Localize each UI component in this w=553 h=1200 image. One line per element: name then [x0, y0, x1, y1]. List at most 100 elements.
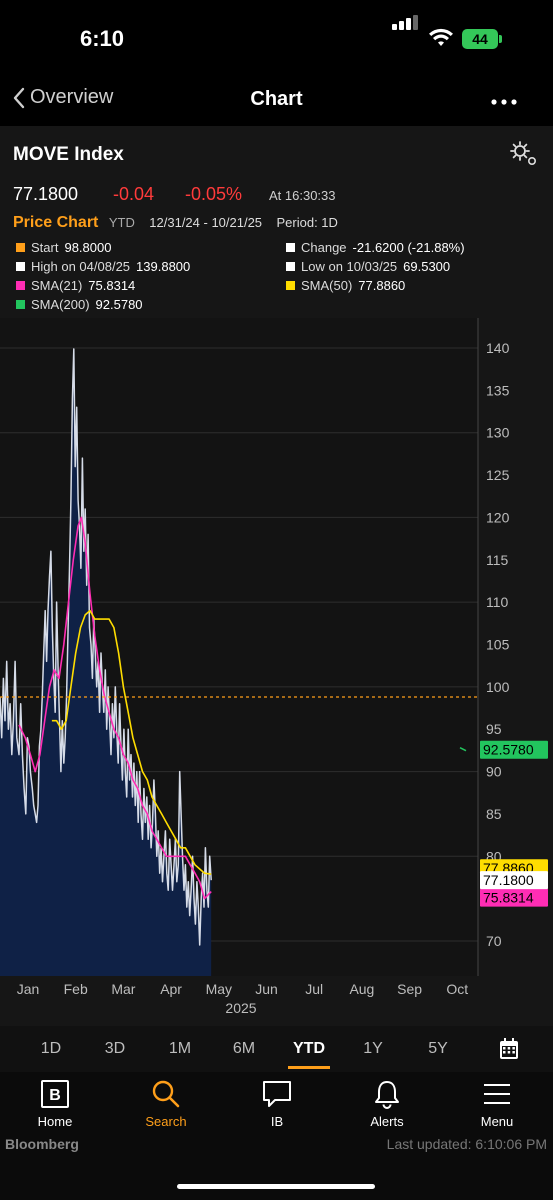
legend-swatch: [16, 300, 25, 309]
nav-home-label: Home: [37, 1114, 73, 1129]
legend-label: SMA(50): [301, 278, 353, 293]
range-type: YTD: [108, 215, 135, 230]
legend-label: SMA(21): [31, 278, 83, 293]
y-tick-label: 125: [486, 467, 510, 483]
period-1y[interactable]: 1Y: [348, 1040, 398, 1058]
y-tick-label: 140: [486, 340, 510, 356]
status-bar: 6:10 44: [0, 0, 553, 80]
battery-icon: 44: [462, 29, 498, 49]
period-1m[interactable]: 1M: [155, 1040, 205, 1058]
x-tick-label: Oct: [446, 981, 468, 997]
price-chart-title[interactable]: Price Chart: [13, 214, 98, 231]
legend-value: 139.8800: [136, 259, 191, 274]
search-icon: [152, 1080, 180, 1108]
axis-marker-label: 92.5780: [483, 742, 534, 758]
percent-change: -0.05%: [185, 184, 243, 204]
legend-value: 69.5300: [403, 259, 451, 274]
legend-label: Start: [31, 240, 59, 255]
status-time: 6:10: [80, 26, 125, 51]
net-change: -0.04: [113, 184, 155, 204]
legend-low: Low on 10/03/25 69.5300: [286, 259, 450, 274]
x-year-label: 2025: [225, 1000, 256, 1016]
nav-search[interactable]: Search: [126, 1078, 206, 1129]
nav-ib-label: IB: [270, 1114, 284, 1129]
y-tick-label: 85: [486, 806, 502, 822]
y-tick-label: 115: [486, 552, 509, 568]
legend-swatch: [16, 243, 25, 252]
x-tick-label: Mar: [111, 981, 135, 997]
legend-sma21: SMA(21) 75.8314: [16, 278, 135, 293]
y-tick-label: 105: [486, 637, 510, 653]
legend-start: Start 98.8000: [16, 240, 111, 255]
settings-gear-icon[interactable]: [509, 140, 539, 168]
battery-tip: [499, 35, 502, 43]
last-updated: Last updated: 6:10:06 PM: [386, 1136, 547, 1152]
x-tick-label: Jan: [17, 981, 40, 997]
legend-value: 75.8314: [88, 278, 136, 293]
nav-menu[interactable]: Menu: [457, 1078, 537, 1129]
nav-menu-label: Menu: [480, 1114, 514, 1129]
period-5y[interactable]: 5Y: [413, 1040, 463, 1058]
nav-alerts-label: Alerts: [370, 1114, 404, 1129]
x-tick-label: Feb: [64, 981, 88, 997]
x-tick-label: Jul: [305, 981, 323, 997]
period-ytd[interactable]: YTD: [284, 1040, 334, 1069]
legend-high: High on 04/08/25 139.8800: [16, 259, 190, 274]
y-tick-label: 95: [486, 721, 502, 737]
legend-change: Change -21.6200 (-21.88%): [286, 240, 465, 255]
legend-value: -21.6200 (-21.88%): [352, 240, 465, 255]
period-6m[interactable]: 6M: [219, 1040, 269, 1058]
x-tick-label: May: [206, 981, 232, 997]
chat-icon: [263, 1081, 291, 1107]
legend-value: 98.8000: [64, 240, 112, 255]
legend-swatch: [16, 262, 25, 271]
wifi-icon: [429, 28, 453, 46]
home-icon: B: [41, 1080, 69, 1108]
y-tick-label: 110: [486, 594, 509, 610]
y-tick-label: 120: [486, 509, 510, 525]
y-tick-label: 70: [486, 933, 502, 949]
nav-ib[interactable]: IB: [237, 1078, 317, 1129]
x-tick-label: Apr: [160, 981, 182, 997]
period-tabs: 1D 3D 1M 6M YTD 1Y 5Y: [0, 1026, 553, 1072]
legend-value: 77.8860: [358, 278, 406, 293]
legend-swatch: [16, 281, 25, 290]
more-options-icon[interactable]: [491, 86, 517, 112]
y-tick-label: 90: [486, 764, 502, 780]
bottom-nav: B Home Search IB Alerts Menu Bloomberg L…: [0, 1072, 553, 1200]
price-chart[interactable]: 7075808590951001051101151201251301351409…: [0, 318, 553, 1020]
nav-alerts[interactable]: Alerts: [347, 1078, 427, 1129]
legend-sma50: SMA(50) 77.8860: [286, 278, 405, 293]
menu-icon: [484, 1084, 510, 1104]
x-tick-label: Aug: [349, 981, 374, 997]
security-name: MOVE Index: [13, 144, 124, 165]
y-tick-label: 135: [486, 382, 510, 398]
nav-search-label: Search: [145, 1114, 187, 1129]
legend-label: SMA(200): [31, 297, 90, 312]
period-label: Period: 1D: [276, 215, 338, 230]
legend-label: High on 04/08/25: [31, 259, 131, 274]
legend-swatch: [286, 243, 295, 252]
nav-home[interactable]: B Home: [15, 1078, 95, 1129]
date-range: 12/31/24 - 10/21/25: [149, 215, 263, 230]
legend-sma200: SMA(200) 92.5780: [16, 297, 143, 312]
legend-label: Low on 10/03/25: [301, 259, 398, 274]
period-1d[interactable]: 1D: [26, 1040, 76, 1058]
y-tick-label: 130: [486, 425, 510, 441]
calendar-icon[interactable]: [499, 1038, 519, 1060]
legend-swatch: [286, 262, 295, 271]
nav-bar: Overview Chart: [0, 80, 553, 124]
axis-marker-label: 75.8314: [483, 890, 534, 906]
x-tick-label: Jun: [255, 981, 278, 997]
chart-svg[interactable]: 7075808590951001051101151201251301351409…: [0, 318, 553, 1020]
price-chart-header: Price Chart YTD 12/31/24 - 10/21/25 Peri…: [13, 214, 338, 232]
legend-swatch: [286, 281, 295, 290]
legend-label: Change: [301, 240, 347, 255]
x-tick-label: Sep: [397, 981, 422, 997]
legend-value: 92.5780: [95, 297, 143, 312]
page-title: Chart: [250, 88, 303, 110]
axis-marker-label: 77.1800: [483, 872, 534, 888]
period-3d[interactable]: 3D: [90, 1040, 140, 1058]
bell-icon: [375, 1081, 399, 1109]
bloomberg-logo: Bloomberg: [5, 1136, 79, 1152]
